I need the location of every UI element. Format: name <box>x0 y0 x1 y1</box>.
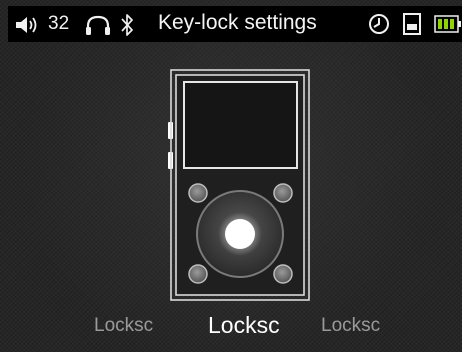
device-screen <box>183 81 298 169</box>
key-lock-settings-screen: 32 Key-lock settings Locksc Locksc Locks… <box>0 0 462 352</box>
top-left-button <box>188 183 208 203</box>
player-device-illustration <box>168 69 310 301</box>
top-right-button <box>273 183 293 203</box>
center-button <box>225 219 255 249</box>
lock-option-next[interactable]: Locksc <box>321 315 380 337</box>
bottom-right-button <box>273 264 293 284</box>
lock-option-selected[interactable]: Locksc <box>208 312 280 339</box>
lock-option-previous[interactable]: Locksc <box>94 315 153 337</box>
bottom-left-button <box>188 264 208 284</box>
